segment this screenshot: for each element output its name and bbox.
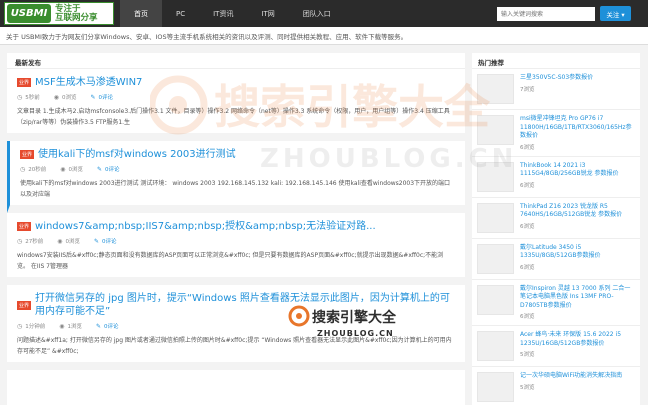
post-item: 业界 MSF生成木马渗透WIN7 ◷ 5秒前 ◉ 0浏览 ✎ 0评论 文章目录 1.生… bbox=[7, 69, 465, 141]
recommend-title-link[interactable]: msi微星冲锋坦克 Pro GP76 i7 11800H/16GB/1TB/RT… bbox=[520, 115, 635, 141]
eye-icon: ◉ bbox=[57, 237, 63, 245]
about-bar: 关于 USBMI致力于为网友们分享Windows、安卓、IOS等主流手机系统相关… bbox=[0, 27, 648, 45]
clock-icon: ◷ bbox=[17, 237, 23, 245]
recommend-views: 6浏览 bbox=[520, 144, 535, 151]
post-comments-link[interactable]: 0评论 bbox=[102, 237, 117, 245]
comment-icon: ✎ bbox=[90, 93, 96, 101]
recommend-title-link[interactable]: ThinkBook 14 2021 i3 1115G4/8GB/256GB锐龙 … bbox=[520, 162, 635, 179]
thumbnail-image[interactable] bbox=[477, 161, 514, 192]
post-excerpt: windows7安装IIS后&#xff0c;静态页面和没有数据库的ASP页面可以… bbox=[17, 252, 444, 270]
category-badge[interactable]: 业界 bbox=[17, 300, 32, 310]
top-nav-bar: USBMI 专注于 互联网分享 首页 PC IT资讯 IT网 团队入口 关注 ▾ bbox=[0, 0, 648, 27]
category-badge[interactable]: 业界 bbox=[17, 78, 32, 87]
thumbnail-image[interactable] bbox=[477, 331, 514, 361]
post-item: 业界 windows7&amp;nbsp;IIS7&amp;nbsp;授权&am… bbox=[7, 213, 465, 285]
recommend-views: 6浏览 bbox=[520, 314, 535, 320]
post-title-link[interactable]: windows7&amp;nbsp;IIS7&amp;nbsp;授权&amp;n… bbox=[35, 220, 376, 233]
thumbnail-image[interactable] bbox=[477, 243, 514, 274]
comment-icon: ✎ bbox=[97, 165, 103, 173]
recommend-item[interactable]: 三星350V5C-S03参数报价 7浏览 bbox=[472, 69, 640, 110]
thumbnail-image[interactable] bbox=[477, 115, 514, 145]
recommend-views: 6浏览 bbox=[520, 182, 535, 189]
logo-slogan: 专注于 互联网分享 bbox=[55, 4, 98, 23]
follow-button[interactable]: 关注 ▾ bbox=[600, 6, 631, 21]
clock-icon: ◷ bbox=[20, 165, 26, 173]
recommend-item[interactable]: 记一次华硕电脑WiFi功能消失解决指南 5浏览 bbox=[472, 367, 640, 405]
recommend-views: 5浏览 bbox=[520, 352, 535, 358]
site-logo[interactable]: USBMI 专注于 互联网分享 bbox=[4, 2, 114, 25]
recommend-title-link[interactable]: 戴尔Inspiron 灵越 13 7000 系列 二合一笔记本电脑黑色版 Ins… bbox=[520, 285, 635, 311]
recommend-item[interactable]: 戴尔Latitude 3450 i5 1335U/8GB/512GB参数报价 6… bbox=[472, 239, 640, 280]
recommend-title-link[interactable]: Acer 蜂鸟·未来 环保版 15.6 2022 i5 1235U/16GB/5… bbox=[520, 331, 635, 348]
clock-icon: ◷ bbox=[17, 93, 23, 101]
recommend-views: 6浏览 bbox=[520, 264, 535, 271]
recommend-item[interactable]: ThinkPad Z16 2023 锐龙版 R5 7640HS/16GB/512… bbox=[472, 198, 640, 239]
nav-item-home[interactable]: 首页 bbox=[120, 0, 162, 27]
eye-icon: ◉ bbox=[60, 165, 66, 173]
post-time: 27秒前 bbox=[25, 239, 44, 245]
comment-icon: ✎ bbox=[94, 237, 100, 245]
category-badge[interactable]: 业界 bbox=[17, 222, 32, 231]
eye-icon: ◉ bbox=[53, 93, 59, 101]
recommend-item[interactable]: Acer 蜂鸟·未来 环保版 15.6 2022 i5 1235U/16GB/5… bbox=[472, 326, 640, 367]
post-time: 20秒前 bbox=[28, 167, 47, 173]
post-excerpt: 问题描述&#xff1a; 打开微信另存的 jpg 图片或者通过微信拍照上传的图片… bbox=[17, 337, 452, 355]
hot-recommend-panel: 热门推荐 三星350V5C-S03参数报价 7浏览 msi微星冲锋坦克 Pro … bbox=[472, 53, 640, 405]
post-title-link[interactable]: MSF生成木马渗透WIN7 bbox=[35, 76, 142, 89]
recommend-item[interactable]: msi微星冲锋坦克 Pro GP76 i7 11800H/16GB/1TB/RT… bbox=[472, 110, 640, 157]
logo-slogan-line-2: 互联网分享 bbox=[55, 12, 98, 23]
hot-recommend-header: 热门推荐 bbox=[472, 53, 640, 69]
nav-item-pc[interactable]: PC bbox=[162, 0, 199, 27]
latest-posts-panel: 最新发布 业界 MSF生成木马渗透WIN7 ◷ 5秒前 ◉ 0浏览 ✎ 0评论 文章目… bbox=[7, 53, 465, 405]
thumbnail-image[interactable] bbox=[477, 74, 514, 104]
search-input[interactable] bbox=[497, 7, 595, 21]
latest-posts-header: 最新发布 bbox=[7, 53, 465, 69]
clock-icon: ◷ bbox=[17, 322, 23, 330]
nav-item-it-news[interactable]: IT资讯 bbox=[199, 0, 247, 27]
post-views: 0浏览 bbox=[62, 95, 77, 101]
post-comments-link[interactable]: 0评论 bbox=[99, 93, 114, 101]
post-item: 业界 使用kali下的msf对windows 2003进行测试 ◷ 20秒前 ◉ 0… bbox=[7, 141, 465, 213]
post-excerpt: 使用kali下的msf对windows 2003进行测试 测试环境： windo… bbox=[20, 180, 451, 198]
post-comments-link[interactable]: 0评论 bbox=[104, 322, 119, 330]
thumbnail-image[interactable] bbox=[477, 372, 514, 402]
recommend-title-link[interactable]: 戴尔Latitude 3450 i5 1335U/8GB/512GB参数报价 bbox=[520, 244, 635, 261]
recommend-item[interactable]: ThinkBook 14 2021 i3 1115G4/8GB/256GB锐龙 … bbox=[472, 157, 640, 198]
comment-icon: ✎ bbox=[96, 322, 102, 330]
post-views: 0浏览 bbox=[65, 239, 81, 245]
thumbnail-image[interactable] bbox=[477, 202, 514, 233]
recommend-views: 7浏览 bbox=[520, 86, 535, 93]
post-item: 业界 打开微信另存的 jpg 图片时，提示“Windows 照片查看器无法显示此… bbox=[7, 285, 465, 370]
recommend-title-link[interactable]: ThinkPad Z16 2023 锐龙版 R5 7640HS/16GB/512… bbox=[520, 203, 635, 220]
post-time: 1分钟前 bbox=[25, 324, 46, 330]
thumbnail-image[interactable] bbox=[477, 284, 514, 315]
recommend-title-link[interactable]: 记一次华硕电脑WiFi功能消失解决指南 bbox=[520, 372, 635, 381]
recommend-views: 5浏览 bbox=[520, 384, 535, 391]
post-views: 1浏览 bbox=[67, 324, 83, 330]
recommend-views: 6浏览 bbox=[520, 223, 535, 230]
nav-item-it-net[interactable]: IT网 bbox=[247, 0, 288, 27]
post-views: 0浏览 bbox=[68, 167, 84, 173]
post-comments-link[interactable]: 0评论 bbox=[105, 165, 120, 173]
category-badge[interactable]: 业界 bbox=[20, 150, 35, 159]
logo-badge: USBMI bbox=[7, 4, 51, 23]
post-excerpt: 文章目录 1.生成木马2.启动msfconsole3.后门操作3.1 文件，目录… bbox=[17, 108, 450, 126]
post-time: 5秒前 bbox=[25, 95, 40, 101]
recommend-item[interactable]: 戴尔Inspiron 灵越 13 7000 系列 二合一笔记本电脑黑色版 Ins… bbox=[472, 280, 640, 326]
post-title-link[interactable]: 打开微信另存的 jpg 图片时，提示“Windows 照片查看器无法显示此图片，… bbox=[35, 292, 455, 318]
recommend-title-link[interactable]: 三星350V5C-S03参数报价 bbox=[520, 74, 635, 83]
eye-icon: ◉ bbox=[59, 322, 65, 330]
post-title-link[interactable]: 使用kali下的msf对windows 2003进行测试 bbox=[38, 148, 236, 161]
main-nav: 首页 PC IT资讯 IT网 团队入口 bbox=[120, 0, 345, 27]
nav-item-team-entry[interactable]: 团队入口 bbox=[289, 0, 345, 27]
